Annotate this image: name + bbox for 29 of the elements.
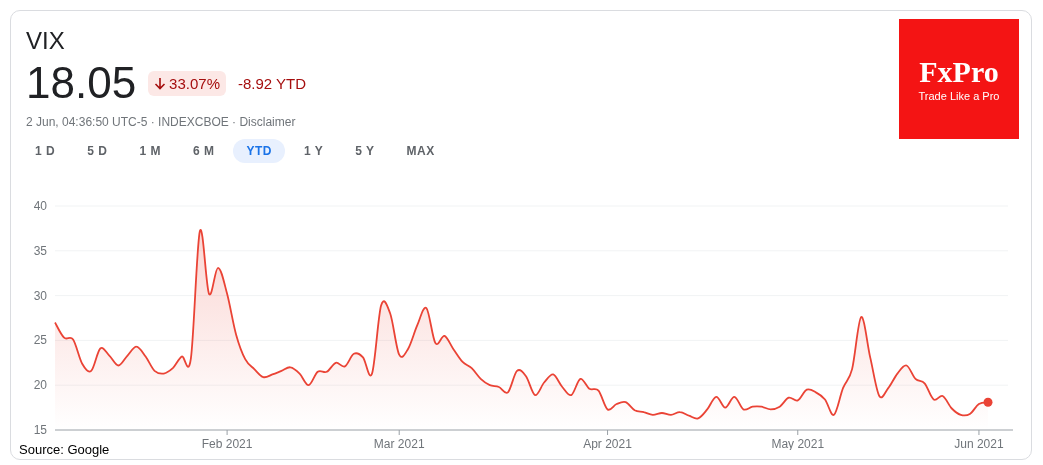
quote-info: 2 Jun, 04:36:50 UTC-5 · INDEXCBOE · Disclaimer: [26, 115, 297, 129]
change-badge: 33.07%: [148, 70, 226, 96]
source-caption: Source: Google: [19, 442, 110, 457]
range-tab[interactable]: 1 M: [126, 139, 174, 163]
y-axis-label: 20: [33, 378, 47, 393]
x-axis-label: Apr 2021: [583, 437, 632, 450]
y-axis-label: 30: [33, 288, 47, 303]
ytd-change: -8.92 YTD: [238, 74, 307, 92]
x-axis-label: Jun 2021: [954, 437, 1004, 450]
range-tab[interactable]: 5 D: [74, 139, 121, 163]
x-axis-label: May 2021: [771, 437, 825, 450]
range-tab[interactable]: 1 Y: [290, 139, 337, 163]
logo-name: FxPro: [919, 56, 999, 88]
range-tab[interactable]: YTD: [233, 139, 285, 163]
range-tab[interactable]: MAX: [393, 139, 448, 163]
y-axis-label: 40: [33, 199, 47, 213]
price: 18.05: [26, 57, 137, 109]
y-axis-label: 35: [33, 243, 47, 258]
current-point: [983, 397, 993, 407]
x-axis-label: Feb 2021: [201, 437, 253, 450]
x-axis-label: Mar 2021: [373, 437, 425, 450]
range-tab[interactable]: 6 M: [179, 139, 228, 163]
y-axis-label: 25: [33, 333, 47, 348]
logo-tagline: Trade Like a Pro: [918, 90, 1000, 102]
range-tab[interactable]: 1 D: [22, 139, 69, 163]
y-axis-label: 15: [33, 423, 47, 437]
ticker-symbol: VIX: [26, 27, 66, 55]
arrow-down-icon: [154, 76, 167, 90]
range-tab[interactable]: 5 Y: [342, 139, 388, 163]
